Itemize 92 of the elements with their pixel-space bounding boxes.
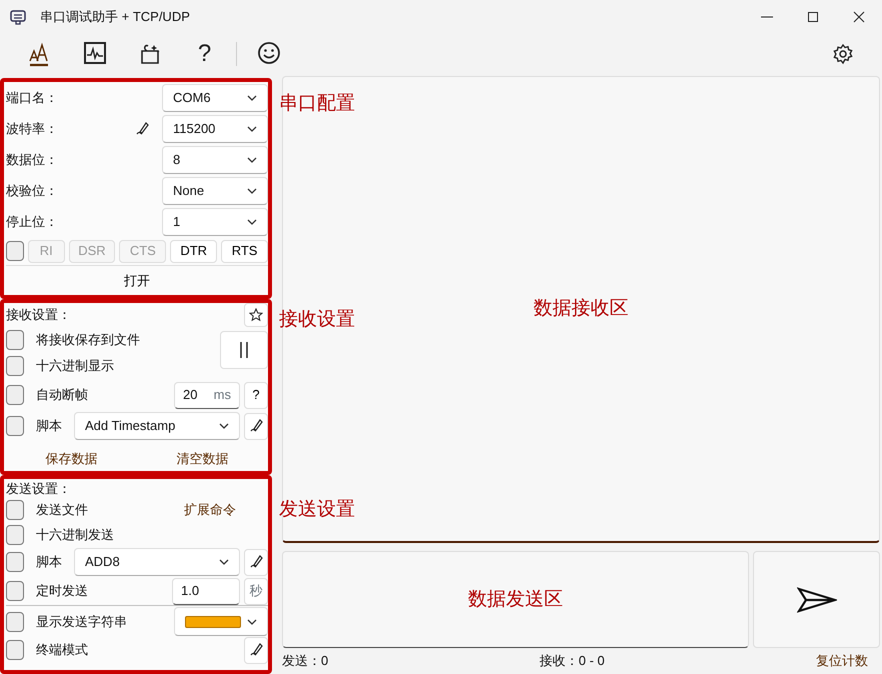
dropdown-value: None xyxy=(173,182,204,200)
close-icon xyxy=(851,9,867,25)
caret-icon xyxy=(219,559,229,565)
annotation-label: 接收设置 xyxy=(279,308,355,332)
help-button[interactable]: ? xyxy=(177,37,232,71)
action-link[interactable]: 清空数据 xyxy=(176,449,228,468)
minimize-icon xyxy=(761,16,773,18)
caret-icon xyxy=(247,94,257,100)
maximize-icon xyxy=(805,9,821,25)
interval-field[interactable]: 20 ms xyxy=(174,382,240,408)
chart-icon[interactable] xyxy=(82,41,106,67)
edit-button[interactable] xyxy=(244,636,268,664)
caret-icon xyxy=(247,126,257,132)
help-button[interactable]: ? xyxy=(244,382,268,408)
send-icon xyxy=(796,586,836,614)
app-icon xyxy=(10,9,26,25)
checkbox[interactable] xyxy=(6,385,24,405)
pen-icon xyxy=(248,418,264,434)
section-title: 接收设置： xyxy=(6,306,72,324)
annotation-label: 串口配置 xyxy=(279,92,355,116)
checkbox-label: 脚本 xyxy=(36,553,62,572)
edit-button[interactable] xyxy=(244,548,268,576)
pen-icon xyxy=(248,642,264,658)
field-label: 端口名： xyxy=(6,88,59,107)
window-title: 串口调试助手 + TCP/UDP xyxy=(40,8,190,26)
checkbox-label: 十六进制显示 xyxy=(36,357,114,376)
star-icon xyxy=(249,308,263,322)
dropdown-value: 115200 xyxy=(173,120,216,138)
send-input[interactable]: 数据发送区 xyxy=(282,551,749,648)
dropdown[interactable]: 115200 xyxy=(162,114,268,142)
action-link[interactable]: 保存数据 xyxy=(46,449,98,468)
caret-icon xyxy=(247,618,257,624)
sent-count: 发送：0 xyxy=(282,652,328,670)
dropdown[interactable]: 1 xyxy=(162,208,268,236)
favorite-button[interactable] xyxy=(244,303,268,327)
checkbox[interactable] xyxy=(6,552,24,572)
signal-button[interactable]: DTR xyxy=(170,240,218,262)
send-button[interactable] xyxy=(753,551,880,648)
field-label: 波特率： xyxy=(6,120,59,138)
color-picker[interactable] xyxy=(174,607,268,636)
caret-icon xyxy=(247,156,257,162)
area-label: 数据发送区 xyxy=(468,588,563,612)
dropdown[interactable]: 8 xyxy=(162,146,268,174)
dropdown-value: Add Timestamp xyxy=(85,417,176,436)
dropdown[interactable]: None xyxy=(162,176,268,204)
field-label: 停止位： xyxy=(6,212,59,231)
pen-icon xyxy=(248,554,264,570)
reset-count-button[interactable]: 复位计数 xyxy=(816,651,868,671)
checkbox-label: 十六进制发送 xyxy=(36,526,114,544)
checkbox-label: 显示发送字符串 xyxy=(36,612,128,631)
unit-label: 秒 xyxy=(244,578,268,604)
checkbox[interactable] xyxy=(6,640,24,660)
dropdown[interactable]: ADD8 xyxy=(74,548,240,576)
checkbox[interactable] xyxy=(6,612,24,632)
checkbox-label: 自动断帧 xyxy=(36,386,89,404)
checkbox-label: 发送文件 xyxy=(36,500,88,519)
area-label: 数据接收区 xyxy=(534,296,628,321)
caret-icon xyxy=(247,188,257,194)
checkbox-label: 脚本 xyxy=(36,417,62,436)
caret-icon xyxy=(247,218,257,224)
settings-icon[interactable] xyxy=(832,43,854,65)
checkbox[interactable] xyxy=(6,500,24,520)
unit-label: ms xyxy=(214,386,231,404)
checkbox-label: 将接收保存到文件 xyxy=(36,331,140,350)
edit-button[interactable] xyxy=(244,412,268,440)
field-value: 20 xyxy=(183,386,198,404)
dropdown-value: COM6 xyxy=(173,88,211,107)
received-count: 接收：0 - 0 xyxy=(540,652,605,670)
checkbox-label: 终端模式 xyxy=(36,641,89,660)
caret-icon xyxy=(219,423,229,429)
extended-command-link[interactable]: 扩展命令 xyxy=(184,500,236,520)
section-title: 发送设置： xyxy=(6,480,72,497)
dropdown-value: 1 xyxy=(173,212,180,231)
dropdown[interactable]: Add Timestamp xyxy=(74,412,240,440)
annotation-label: 发送设置 xyxy=(279,498,355,522)
pause-icon xyxy=(238,341,250,359)
checkbox[interactable] xyxy=(6,241,24,261)
pen-icon[interactable] xyxy=(134,120,150,136)
signal-button[interactable]: RTS xyxy=(221,240,268,262)
checkbox[interactable] xyxy=(6,356,24,376)
checkbox-label: 定时发送 xyxy=(36,582,89,600)
dropdown[interactable]: COM6 xyxy=(162,84,268,112)
smiley-icon[interactable] xyxy=(256,41,280,67)
field-label: 校验位： xyxy=(6,182,59,200)
interval-field[interactable]: 1.0 xyxy=(172,578,240,604)
dropdown-value: ADD8 xyxy=(85,553,120,572)
checkbox[interactable] xyxy=(6,581,24,601)
dropdown-value: 8 xyxy=(173,150,180,169)
field-label: 数据位： xyxy=(6,150,59,169)
checkbox[interactable] xyxy=(6,416,24,436)
checkbox[interactable] xyxy=(6,330,24,350)
checkbox[interactable] xyxy=(6,524,24,544)
